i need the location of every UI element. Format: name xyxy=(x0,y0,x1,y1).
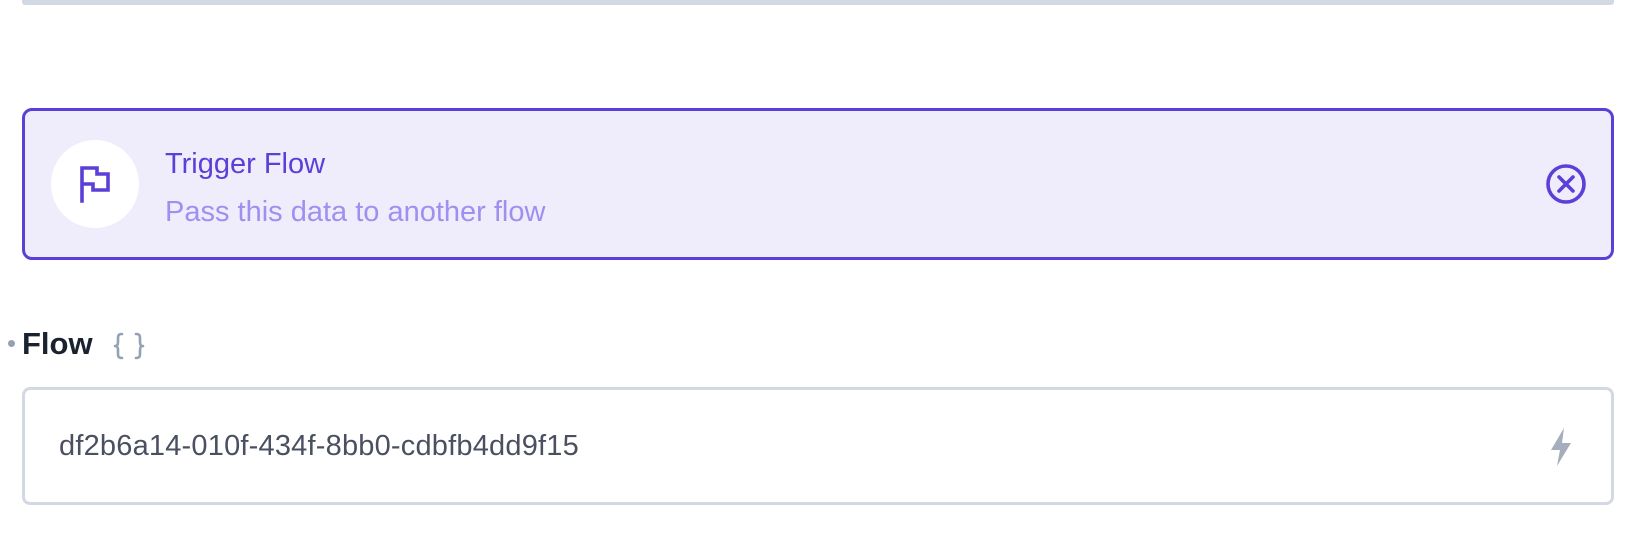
page: Trigger Flow Pass this data to another f… xyxy=(0,0,1636,542)
trigger-subtitle: Pass this data to another flow xyxy=(165,196,546,228)
close-circle-icon[interactable] xyxy=(1545,163,1587,205)
flow-input[interactable]: df2b6a14-010f-434f-8bb0-cdbfb4dd9f15 xyxy=(22,387,1614,505)
top-divider xyxy=(22,0,1614,5)
remove-trigger-button[interactable] xyxy=(1543,161,1589,207)
required-indicator xyxy=(8,340,15,347)
bolt-icon[interactable] xyxy=(1547,426,1575,468)
trigger-flow-card[interactable]: Trigger Flow Pass this data to another f… xyxy=(22,108,1614,260)
flow-field-label: Flow xyxy=(22,326,93,361)
flow-input-value[interactable]: df2b6a14-010f-434f-8bb0-cdbfb4dd9f15 xyxy=(59,428,579,464)
trigger-title: Trigger Flow xyxy=(165,148,326,180)
code-braces-icon xyxy=(113,332,145,360)
trigger-icon-container xyxy=(51,140,139,228)
flag-icon xyxy=(80,166,110,203)
